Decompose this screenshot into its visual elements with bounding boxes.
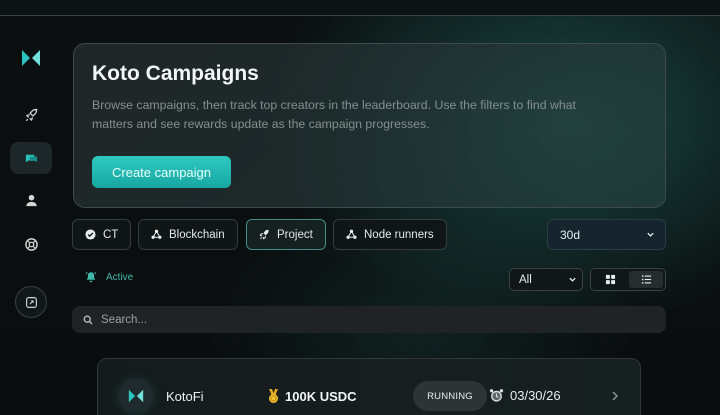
logo-icon xyxy=(128,389,144,403)
create-campaign-button[interactable]: Create campaign xyxy=(92,156,231,188)
active-status-tag: Active xyxy=(85,271,133,283)
filter-chip-blockchain[interactable]: Blockchain xyxy=(138,219,238,250)
chevron-right-icon[interactable] xyxy=(610,389,620,403)
sidebar xyxy=(0,17,62,415)
search-icon xyxy=(83,315,93,324)
campaign-reward: 100K USDC xyxy=(266,388,357,404)
sidebar-item-help[interactable] xyxy=(10,228,52,260)
alarm-clock-icon xyxy=(489,389,504,402)
expand-icon xyxy=(25,296,37,308)
campaign-end-date: 03/30/26 xyxy=(489,388,561,403)
filter-chip-project[interactable]: Project xyxy=(246,219,326,250)
grid-icon xyxy=(605,274,615,285)
sidebar-item-profile[interactable] xyxy=(10,184,52,216)
search-bar[interactable]: Search... xyxy=(72,306,666,333)
filter-chip-label: Project xyxy=(277,228,313,241)
help-icon xyxy=(24,237,38,251)
rocket-icon xyxy=(259,229,269,240)
nodes-icon xyxy=(346,229,357,239)
medal-icon xyxy=(269,389,278,403)
list-view-button[interactable] xyxy=(629,271,663,288)
logo-icon[interactable] xyxy=(21,48,41,68)
campaign-end-date-value: 03/30/26 xyxy=(510,388,561,403)
grid-view-button[interactable] xyxy=(593,271,627,288)
sidebar-expand-button[interactable] xyxy=(15,286,47,318)
page-title: Koto Campaigns xyxy=(92,62,259,85)
filter-chip-label: Blockchain xyxy=(169,228,225,241)
hero-card: Koto Campaigns Browse campaigns, then tr… xyxy=(73,43,666,208)
list-icon xyxy=(641,275,651,284)
chevron-down-icon xyxy=(647,232,654,237)
page-description: Browse campaigns, then track top creator… xyxy=(92,98,576,131)
sidebar-item-messages[interactable] xyxy=(10,142,52,174)
filter-chip-node-runners[interactable]: Node runners xyxy=(333,219,447,250)
campaign-reward-value: 100K USDC xyxy=(285,388,357,404)
period-select-value: 30d xyxy=(560,227,581,242)
filter-chip-label: CT xyxy=(103,228,119,241)
status-badge: RUNNING xyxy=(413,381,487,411)
chat-icon xyxy=(25,154,37,162)
check-circle-icon xyxy=(85,229,96,240)
period-select[interactable]: 30d xyxy=(547,219,666,250)
filter-chip-label: Node runners xyxy=(364,228,434,241)
active-status-label: Active xyxy=(106,271,134,283)
filter-chip-ct[interactable]: CT xyxy=(72,219,132,250)
campaign-row[interactable]: KotoFi 100K USDC RUNNING 03/30/26 xyxy=(97,358,641,415)
chevron-down-icon xyxy=(569,277,576,282)
campaign-name: KotoFi xyxy=(166,389,204,404)
search-input[interactable]: Search... xyxy=(101,314,147,326)
nodes-icon xyxy=(151,229,162,239)
status-select-value: All xyxy=(519,273,532,286)
rocket-icon xyxy=(25,108,37,121)
status-select[interactable]: All xyxy=(509,268,583,291)
view-toggle xyxy=(590,268,666,291)
user-icon xyxy=(25,194,37,206)
sidebar-item-campaigns[interactable] xyxy=(10,99,52,131)
campaign-avatar xyxy=(119,379,153,413)
top-bar xyxy=(0,0,720,16)
bell-icon xyxy=(85,271,97,283)
